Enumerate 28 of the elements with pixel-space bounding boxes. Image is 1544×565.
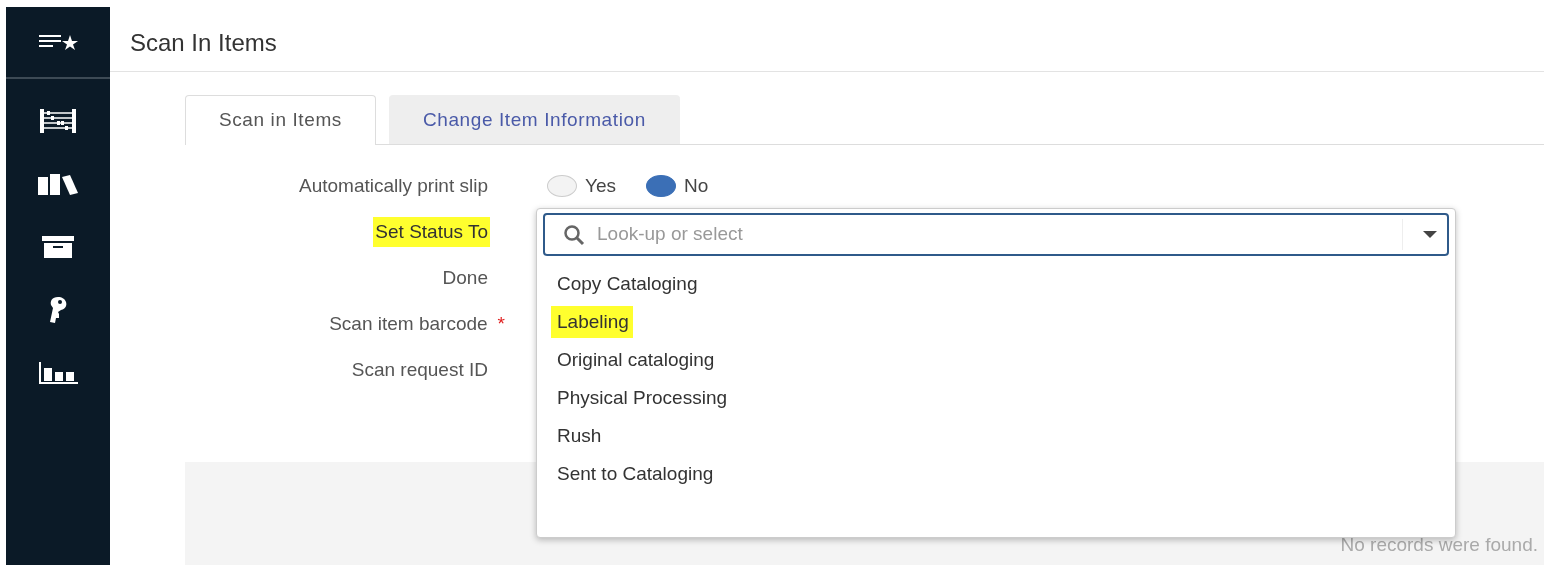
lookup-field[interactable]: Look-up or select <box>543 213 1449 256</box>
dropdown-option[interactable]: Sent to Cataloging <box>551 457 718 491</box>
dropdown-option[interactable]: Physical Processing <box>551 381 732 415</box>
box-icon[interactable] <box>42 235 74 258</box>
dropdown-option[interactable]: Original cataloging <box>551 343 719 377</box>
required-mark: * <box>496 311 506 336</box>
field-label: Scan item barcode <box>328 311 489 336</box>
dropdown-option[interactable]: Rush <box>551 419 606 453</box>
dropdown-option[interactable]: Labeling <box>551 305 633 339</box>
search-icon <box>563 223 585 246</box>
radio-label[interactable]: Yes <box>585 171 616 201</box>
page-title: Scan In Items <box>130 28 277 58</box>
empty-message: No records were found. <box>1340 532 1538 557</box>
tab[interactable]: Scan in Items <box>185 95 376 145</box>
field-label: Automatically print slip <box>297 173 489 198</box>
field-label: Set Status To <box>373 216 490 248</box>
dropdown-option[interactable]: Copy Cataloging <box>551 267 702 301</box>
radio-button[interactable] <box>646 175 676 197</box>
chart-icon[interactable] <box>38 361 78 384</box>
field-label: Done <box>441 265 489 290</box>
books-icon[interactable] <box>37 172 79 195</box>
key-icon[interactable] <box>47 295 69 324</box>
caret-icon[interactable] <box>1423 230 1437 239</box>
star-list-icon[interactable] <box>37 33 79 51</box>
radio-label[interactable]: No <box>684 171 709 201</box>
abacus-icon[interactable] <box>39 107 77 134</box>
tab[interactable]: Change Item Information <box>388 95 680 144</box>
field-label: Scan request ID <box>350 357 489 382</box>
